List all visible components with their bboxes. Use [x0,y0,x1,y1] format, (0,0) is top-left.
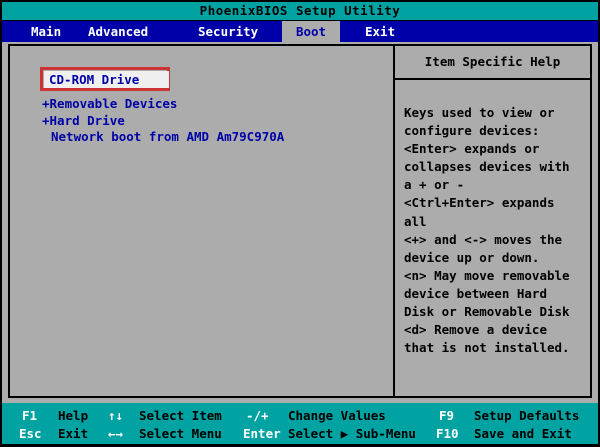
legend-key-f9: F9 [439,408,455,423]
menu-item-advanced[interactable]: Advanced [88,21,148,42]
legend-key-leftright-icon: ←→ [108,426,124,441]
help-line: collapses devices with [404,159,570,175]
menu-item-main[interactable]: Main [31,21,61,42]
help-line: configure devices: [404,123,540,139]
key-legend-bar: F1 Help ↑↓ Select Item -/+ Change Values… [2,403,598,444]
help-panel: Item Specific Help Keys used to view or … [393,44,592,398]
main-area: CD-ROM Drive +Removable Devices +Hard Dr… [2,42,598,403]
help-line: <+> and <-> moves the [404,231,563,247]
legend-key-updown-icon: ↑↓ [108,408,124,423]
help-line: <Enter> expands or [404,141,540,157]
bios-setup-screen: PhoenixBIOS Setup Utility Main Advanced … [0,0,600,447]
legend-desc-select-menu: Select Menu [139,426,222,441]
menu-item-security[interactable]: Security [198,21,258,42]
legend-desc-save-and-exit: Save and Exit [474,426,572,441]
boot-item-network-boot[interactable]: Network boot from AMD Am79C970A [42,128,284,145]
help-line: all [404,213,427,229]
boot-item-cdrom-drive[interactable]: CD-ROM Drive [44,71,169,88]
help-line: that is not installed. [404,340,570,356]
help-line: device up or down. [404,249,540,265]
boot-device-list-panel: CD-ROM Drive +Removable Devices +Hard Dr… [8,44,395,398]
legend-key-minus-plus: -/+ [246,408,269,423]
help-line: Keys used to view or [404,105,555,120]
legend-key-f1: F1 [22,408,38,423]
help-line: <n> May move removable [404,267,570,283]
menu-item-exit[interactable]: Exit [365,21,395,42]
legend-desc-select-item: Select Item [139,408,222,423]
legend-desc-help: Help [58,408,89,423]
help-line: Disk or Removable Disk [404,304,570,320]
legend-desc-setup-defaults: Setup Defaults [474,408,580,423]
help-line: <Ctrl+Enter> expands [404,195,555,211]
help-panel-title: Item Specific Help [395,46,590,80]
legend-desc-exit: Exit [58,426,89,441]
help-line: a + or - [404,177,465,193]
title-bar: PhoenixBIOS Setup Utility [2,2,598,20]
boot-item-removable-devices[interactable]: +Removable Devices [42,95,177,112]
menu-bar: Main Advanced Security Boot Exit [2,21,598,42]
legend-key-f10: F10 [436,426,459,441]
menu-item-boot[interactable]: Boot [282,21,340,42]
app-title: PhoenixBIOS Setup Utility [199,3,401,18]
legend-key-esc: Esc [19,426,42,441]
legend-key-enter: Enter [243,426,281,441]
legend-desc-change-values: Change Values [288,408,386,423]
help-line: <d> Remove a device [404,322,547,338]
help-line: device between Hard [404,285,547,301]
boot-item-hard-drive[interactable]: +Hard Drive [42,112,125,129]
legend-desc-select-submenu: Select ▶ Sub-Menu [288,426,416,441]
help-text: Keys used to view or configure devices: … [395,80,590,357]
